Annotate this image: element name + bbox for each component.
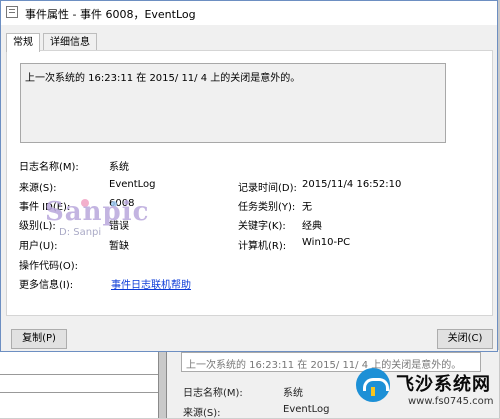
computer-label: 计算机(R):: [238, 241, 287, 252]
close-button[interactable]: 关闭(C): [437, 329, 493, 349]
event-properties-dialog: 事件属性 - 事件 6008，EventLog 常规 详细信息 上一次系统的 1…: [0, 0, 498, 352]
watermark-text: Sanpic: [45, 197, 150, 227]
keywords-value[interactable]: 经典: [302, 217, 322, 232]
computer-value[interactable]: Win10-PC: [302, 237, 350, 248]
online-help-link[interactable]: 事件日志联机帮助: [111, 276, 191, 291]
source-label: 来源(S):: [19, 183, 57, 194]
window-title: 事件属性 - 事件 6008，EventLog: [25, 8, 196, 21]
site-logo: 飞沙系统网 www.fs0745.com: [356, 366, 496, 416]
site-logo-icon: [356, 368, 390, 402]
logged-value[interactable]: 2015/11/4 16:52:10: [302, 179, 401, 190]
source-value[interactable]: EventLog: [109, 179, 156, 190]
logged-label: 记录时间(D):: [238, 183, 297, 194]
background-row-value: EventLog: [283, 404, 330, 415]
event-viewer-icon: [6, 6, 18, 18]
more-info-label: 更多信息(I):: [19, 280, 74, 291]
tab-general[interactable]: 常规: [6, 33, 40, 52]
tab-details[interactable]: 详细信息: [43, 33, 97, 51]
site-logo-name: 飞沙系统网: [396, 374, 491, 395]
watermark-subtext: D: Sanpi: [59, 227, 102, 238]
task-category-value[interactable]: 无: [302, 198, 312, 213]
background-row-value: 系统: [283, 388, 303, 399]
tab-panel-general: 上一次系统的 16:23:11 在 2015/ 11/ 4 上的关闭是意外的。 …: [6, 50, 493, 316]
copy-button[interactable]: 复制(P): [11, 329, 67, 349]
background-row: 来源(S): EventLog: [183, 404, 330, 419]
task-category-label: 任务类别(Y):: [238, 202, 296, 213]
background-event-list: [0, 352, 159, 418]
keywords-label: 关键字(K):: [238, 221, 286, 232]
log-name-label: 日志名称(M):: [19, 162, 79, 173]
background-row-label: 来源(S):: [183, 408, 221, 419]
opcode-label: 操作代码(O):: [19, 261, 79, 272]
site-logo-url: www.fs0745.com: [408, 396, 494, 407]
background-row-label: 日志名称(M):: [183, 388, 243, 399]
title-bar[interactable]: 事件属性 - 事件 6008，EventLog: [1, 1, 497, 25]
watermark-logo: Sanpic D: Sanpi: [45, 197, 148, 249]
background-row: 日志名称(M): 系统: [183, 384, 303, 399]
event-description[interactable]: 上一次系统的 16:23:11 在 2015/ 11/ 4 上的关闭是意外的。: [20, 63, 446, 143]
log-name-value[interactable]: 系统: [109, 158, 129, 173]
